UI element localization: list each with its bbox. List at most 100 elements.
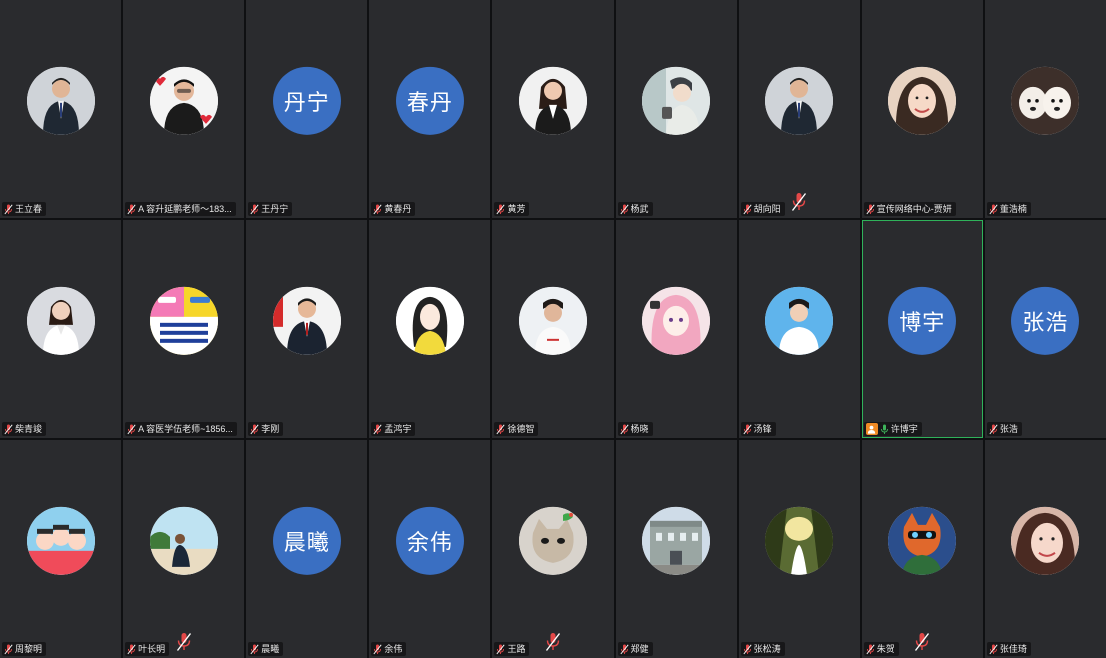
participant-tile[interactable]: 博宇 许博宇 <box>861 220 983 438</box>
mic-muted-icon <box>743 424 752 435</box>
participant-tile[interactable]: 柴青竣 <box>0 220 122 438</box>
participant-name: 杨武 <box>630 204 649 214</box>
participant-name: A 容升延鹏老师～183... <box>138 204 232 214</box>
mic-muted-icon <box>250 644 259 655</box>
avatar-initials: 春丹 <box>395 66 464 135</box>
participant-name: 董浩楠 <box>999 204 1027 214</box>
avatar-photo <box>765 506 834 575</box>
participant-tile[interactable]: 徐德智 <box>492 220 614 438</box>
avatar-photo <box>888 506 957 575</box>
participant-tile[interactable]: 余伟 余伟 <box>369 440 491 658</box>
mic-muted-icon <box>176 632 192 652</box>
mic-muted-icon <box>914 632 930 652</box>
participant-name: 柴青竣 <box>15 424 43 434</box>
avatar-photo <box>1011 506 1080 575</box>
mic-muted-icon <box>619 644 629 655</box>
participant-name-bar: 董浩楠 <box>986 202 1031 216</box>
participant-tile[interactable]: A 容升延鹏老师～183... <box>123 0 245 218</box>
mic-muted-icon <box>791 192 807 212</box>
participant-tile[interactable]: 李刚 <box>246 220 368 438</box>
participant-name-bar: 胡向阳 <box>740 202 785 216</box>
participant-name-bar: 李刚 <box>248 422 284 436</box>
avatar-photo <box>518 286 587 355</box>
participant-name-bar: 孟鸿宇 <box>371 422 416 436</box>
participant-tile[interactable]: 胡向阳 <box>738 0 860 218</box>
participant-name-bar: 叶长明 <box>125 642 170 656</box>
participant-tile[interactable]: 杨晓 <box>615 220 737 438</box>
mic-muted-icon <box>127 204 136 215</box>
mic-muted-icon <box>619 204 629 215</box>
participant-name: 余伟 <box>384 644 403 654</box>
participant-tile[interactable]: 孟鸿宇 <box>369 220 491 438</box>
avatar-photo <box>642 286 711 355</box>
participant-tile[interactable]: 张佳琦 <box>984 440 1106 658</box>
avatar-initials: 丹宁 <box>272 66 341 135</box>
avatar-photo <box>518 506 587 575</box>
avatar-photo <box>149 286 218 355</box>
participant-tile[interactable]: 丹宁 王丹宁 <box>246 0 368 218</box>
avatar-photo <box>642 506 711 575</box>
participant-tile[interactable]: 晨曦 晨曦 <box>246 440 368 658</box>
avatar-photo <box>149 506 218 575</box>
participant-name: 胡向阳 <box>753 204 781 214</box>
participant-name: A 容医学伍老师~1856... <box>138 424 233 434</box>
participant-tile[interactable]: 朱贺 <box>861 440 983 658</box>
participant-name-bar: 汤锋 <box>740 422 776 436</box>
participant-name-bar: 许博宇 <box>863 422 922 436</box>
participant-name-bar: A 容医学伍老师~1856... <box>125 422 237 436</box>
mic-muted-icon <box>866 644 875 655</box>
mic-muted-icon <box>250 424 259 435</box>
mic-muted-icon <box>127 644 136 655</box>
participant-tile[interactable]: 杨武 <box>615 0 737 218</box>
participant-name-bar: 晨曦 <box>248 642 284 656</box>
participant-name: 汤锋 <box>753 424 772 434</box>
participant-tile[interactable]: 郑健 <box>615 440 737 658</box>
participant-name: 叶长明 <box>138 644 166 654</box>
participant-name: 黄芳 <box>507 204 526 214</box>
participant-name-bar: 余伟 <box>371 642 407 656</box>
mic-muted-icon <box>373 644 382 655</box>
participant-name-bar: 黄芳 <box>494 202 530 216</box>
mic-muted-icon <box>989 204 998 215</box>
participant-name-bar: A 容升延鹏老师～183... <box>125 202 236 216</box>
participant-tile[interactable]: 汤锋 <box>738 220 860 438</box>
avatar-photo <box>765 286 834 355</box>
mic-muted-icon <box>496 204 505 215</box>
avatar-photo <box>395 286 464 355</box>
mic-muted-icon <box>743 204 752 215</box>
participant-tile[interactable]: 董浩楠 <box>984 0 1106 218</box>
avatar-photo <box>26 506 95 575</box>
participant-name: 张浩 <box>999 424 1018 434</box>
participant-name: 王路 <box>507 644 526 654</box>
participant-name: 许博宇 <box>890 424 918 434</box>
participant-name: 孟鸿宇 <box>384 424 412 434</box>
participant-name-bar: 周黎明 <box>2 642 47 656</box>
participant-tile[interactable]: 叶长明 <box>123 440 245 658</box>
participant-name: 王立春 <box>15 204 43 214</box>
participant-grid: 王立春 A 容升延鹏老师～183... 丹宁 王丹宁 春丹 黄春丹 黄芳 杨武 胡向阳 宣传网络中… <box>0 0 1106 658</box>
avatar-photo <box>149 66 218 135</box>
participant-name-bar: 宣传网络中心-贾妍 <box>863 202 956 216</box>
participant-tile[interactable]: 黄芳 <box>492 0 614 218</box>
avatar-photo <box>518 66 587 135</box>
participant-tile[interactable]: 春丹黄春丹 <box>369 0 491 218</box>
participant-tile[interactable]: 宣传网络中心-贾妍 <box>861 0 983 218</box>
participant-name: 张松涛 <box>753 644 781 654</box>
participant-tile[interactable]: 张松涛 <box>738 440 860 658</box>
participant-tile[interactable]: A 容医学伍老师~1856... <box>123 220 245 438</box>
participant-tile[interactable]: 张浩 张浩 <box>984 220 1106 438</box>
mic-muted-icon <box>373 424 382 435</box>
participant-name-bar: 张松涛 <box>740 642 785 656</box>
participant-tile[interactable]: 王立春 <box>0 0 122 218</box>
participant-name: 朱贺 <box>876 644 895 654</box>
avatar-initials: 博宇 <box>888 286 957 355</box>
mic-muted-icon <box>743 644 752 655</box>
mic-muted-icon <box>496 644 505 655</box>
avatar-photo <box>26 66 95 135</box>
participant-tile[interactable]: 周黎明 <box>0 440 122 658</box>
participant-name-bar: 黄春丹 <box>371 202 416 216</box>
participant-name: 晨曦 <box>261 644 280 654</box>
avatar-photo <box>1011 66 1080 135</box>
participant-tile[interactable]: 王路 <box>492 440 614 658</box>
participant-name: 张佳琦 <box>999 644 1027 654</box>
